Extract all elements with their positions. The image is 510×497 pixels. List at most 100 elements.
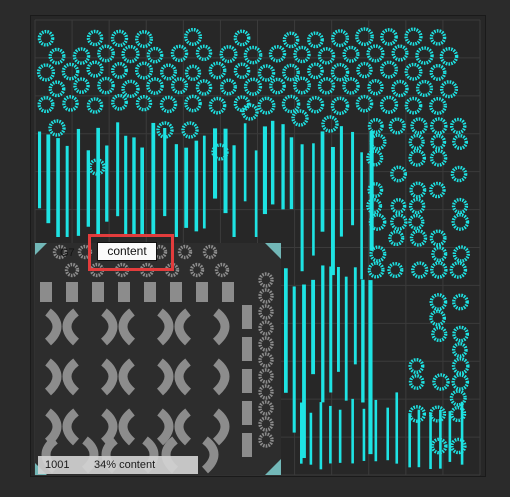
uv-shell	[451, 213, 470, 231]
uv-shell	[429, 117, 448, 135]
uv-shell	[431, 245, 448, 263]
uv-shell	[254, 150, 258, 237]
uv-shell	[159, 63, 178, 81]
uv-shell-selected	[170, 282, 182, 302]
uv-shell	[72, 47, 91, 65]
uv-shell	[284, 268, 288, 393]
uv-shell	[282, 31, 300, 49]
uv-shell	[86, 97, 104, 114]
uv-shell	[302, 284, 306, 459]
uv-shell	[319, 402, 323, 470]
uv-shell	[452, 245, 470, 263]
uv-shell	[329, 266, 333, 393]
uv-shell	[48, 80, 66, 98]
uv-shell	[37, 96, 55, 114]
uv-shell	[388, 229, 405, 247]
uv-shell	[417, 409, 421, 468]
uv-shell-selected	[242, 305, 252, 329]
uv-shell	[362, 408, 366, 461]
tile-number: 1001	[45, 459, 70, 471]
uv-shell	[96, 127, 100, 237]
uv-shell	[320, 131, 325, 232]
uv-shell	[219, 45, 238, 64]
uv-shell	[105, 145, 109, 222]
uv-shell	[374, 399, 378, 462]
uv-shell	[367, 78, 384, 96]
uv-shell	[408, 374, 425, 390]
uv-shell	[367, 118, 384, 134]
uv-layout-canvas[interactable]	[0, 0, 510, 497]
uv-shell	[429, 309, 447, 327]
uv-shell	[430, 261, 448, 279]
uv-shell	[388, 117, 406, 135]
uv-shell	[233, 95, 251, 113]
uv-shell	[282, 63, 300, 82]
uv-shell	[220, 78, 237, 96]
uv-shell	[452, 325, 470, 343]
uv-shell	[380, 28, 398, 46]
uv-shell	[360, 152, 363, 280]
uv-shell	[391, 79, 409, 98]
uv-shell	[351, 131, 355, 226]
uv-shell	[300, 144, 304, 272]
uv-shell	[368, 280, 373, 455]
uv-shell	[202, 135, 206, 229]
uv-shell	[48, 119, 66, 137]
uv-shell	[404, 96, 423, 115]
uv-shell	[439, 47, 459, 66]
uv-shell	[223, 128, 228, 214]
uv-shell	[257, 64, 276, 82]
uv-shell	[311, 279, 316, 375]
uv-shell	[409, 229, 428, 247]
uv-shell	[65, 145, 69, 237]
uv-shell-selected	[242, 401, 252, 425]
uv-shell	[174, 144, 178, 237]
uv-shell	[451, 197, 469, 215]
uv-shell	[151, 122, 156, 237]
uv-shell-selected	[242, 337, 252, 361]
uv-shell	[146, 46, 164, 64]
uv-shell	[97, 76, 115, 95]
uv-shell	[38, 131, 42, 209]
uv-shell	[307, 62, 324, 80]
uv-shell	[121, 79, 140, 99]
uv-shell	[293, 76, 311, 95]
uv-shell	[281, 124, 285, 210]
uv-shell	[432, 373, 450, 391]
uv-shell	[329, 405, 332, 464]
uv-shell	[257, 96, 276, 115]
uv-shell	[233, 29, 251, 47]
uv-shell	[330, 29, 350, 48]
uv-shell	[452, 134, 468, 150]
uv-shell	[449, 117, 467, 135]
uv-shell	[97, 44, 115, 63]
uv-shell	[361, 279, 365, 403]
uv-shell	[36, 63, 56, 82]
uv-shell	[408, 197, 426, 215]
uv-shell	[395, 392, 399, 464]
uv-shell	[243, 77, 263, 96]
uv-shell	[241, 103, 259, 121]
uv-shell	[448, 411, 452, 462]
uv-shell	[342, 77, 360, 95]
uv-shell	[449, 261, 468, 279]
uv-shell	[184, 94, 202, 113]
uv-shell	[321, 265, 325, 403]
uv-shell	[159, 95, 178, 114]
uv-shell	[110, 29, 129, 48]
uv-shell	[309, 412, 313, 465]
uv-shell-selected	[222, 282, 234, 302]
uv-shell	[269, 77, 286, 95]
uv-shell	[124, 135, 128, 237]
uv-shell	[146, 77, 164, 95]
uv-shell	[408, 149, 427, 167]
uv-shell	[134, 61, 154, 80]
uv-shell	[111, 61, 128, 79]
uv-shell	[208, 96, 227, 115]
highlight-box	[88, 234, 174, 271]
uv-shell	[62, 95, 79, 112]
uv-shell	[460, 401, 464, 465]
uv-shell	[431, 325, 448, 343]
uv-shell	[184, 64, 202, 82]
uv-shell	[415, 79, 434, 98]
